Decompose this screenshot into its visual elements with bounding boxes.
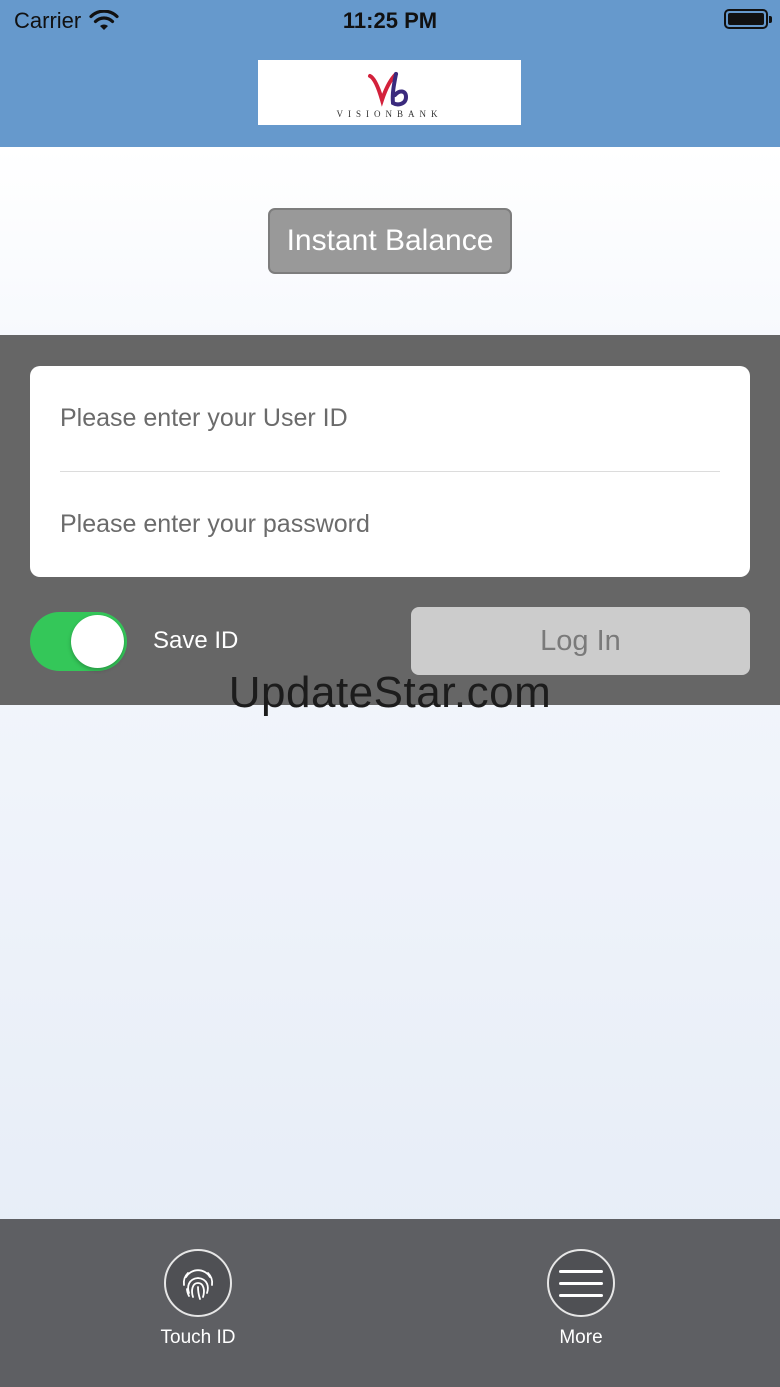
login-form-card <box>30 366 750 577</box>
tab-more[interactable]: More <box>501 1249 661 1349</box>
watermark-text: UpdateStar.com <box>228 668 552 717</box>
user-id-input[interactable] <box>60 388 720 448</box>
status-time: 11:25 PM <box>342 8 438 33</box>
field-divider <box>60 471 720 472</box>
app-header: Carrier 11:25 PM VISIONBANK <box>0 0 780 147</box>
bottom-tab-bar: Touch ID More <box>0 1219 780 1387</box>
instant-balance-button[interactable]: Instant Balance <box>268 208 512 274</box>
log-in-button[interactable]: Log In <box>411 607 750 675</box>
fingerprint-icon <box>164 1249 232 1317</box>
top-section: Instant Balance <box>0 147 780 335</box>
more-label: More <box>559 1327 603 1348</box>
toggle-knob <box>71 615 124 668</box>
login-panel: Save ID Log In <box>0 335 780 705</box>
status-bar: Carrier 11:25 PM <box>0 0 780 42</box>
battery-icon <box>724 9 772 29</box>
bank-logo: VISIONBANK <box>258 60 521 125</box>
save-id-label: Save ID <box>153 627 239 654</box>
save-id-toggle[interactable] <box>30 612 127 671</box>
password-input[interactable] <box>60 494 720 554</box>
menu-icon <box>547 1249 615 1317</box>
touch-id-label: Touch ID <box>160 1327 236 1348</box>
visionbank-logo-mark <box>367 72 408 107</box>
logo-wordmark: VISIONBANK <box>336 109 443 119</box>
tab-touch-id[interactable]: Touch ID <box>118 1249 278 1349</box>
